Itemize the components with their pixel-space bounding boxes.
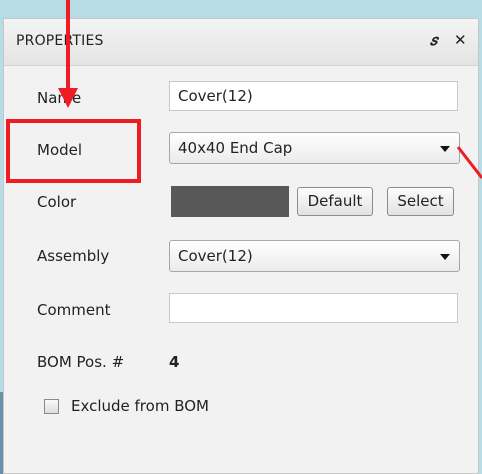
bom-position-label: BOM Pos. #: [37, 353, 125, 371]
panel-titlebar: PROPERTIES 𝑠 ✕: [4, 19, 478, 66]
window-edge: [0, 392, 3, 474]
color-label: Color: [37, 193, 77, 211]
callout-arrowhead: [58, 88, 78, 108]
callout-arrow: [66, 0, 70, 100]
exclude-from-bom-checkbox[interactable]: [44, 399, 59, 414]
select-button[interactable]: Select: [387, 187, 454, 216]
float-window-icon[interactable]: 𝑠: [430, 31, 437, 49]
model-dropdown[interactable]: 40x40 End Cap: [169, 132, 460, 164]
callout-highlight-box: [6, 119, 141, 183]
color-swatch[interactable]: [171, 186, 289, 217]
name-field[interactable]: Cover(12): [169, 81, 458, 111]
exclude-from-bom-label: Exclude from BOM: [71, 397, 209, 415]
assembly-label: Assembly: [37, 247, 110, 265]
chevron-down-icon: [440, 146, 450, 152]
comment-label: Comment: [37, 301, 111, 319]
panel-title: PROPERTIES: [16, 33, 104, 49]
model-selected-value: 40x40 End Cap: [178, 139, 293, 157]
assembly-dropdown[interactable]: Cover(12): [169, 240, 460, 272]
default-button[interactable]: Default: [297, 187, 373, 216]
chevron-down-icon: [440, 254, 450, 260]
bom-position-value: 4: [169, 353, 180, 371]
comment-field[interactable]: [169, 293, 458, 323]
close-icon[interactable]: ✕: [454, 31, 467, 49]
assembly-selected-value: Cover(12): [178, 247, 253, 265]
properties-panel: PROPERTIES 𝑠 ✕ Name Cover(12) Model 40x4…: [3, 18, 479, 474]
